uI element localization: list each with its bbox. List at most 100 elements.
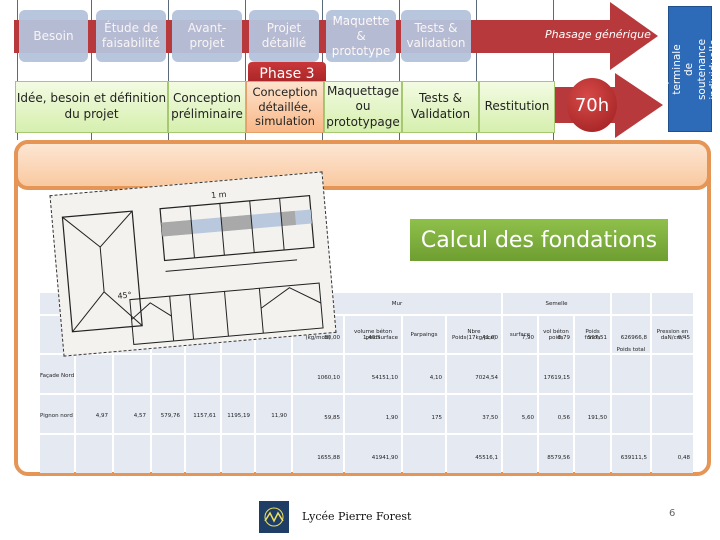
project-step: Restitution bbox=[479, 81, 555, 133]
table-cell bbox=[652, 435, 693, 473]
generic-step: Besoin bbox=[19, 10, 88, 62]
generic-step: Avant-projet bbox=[172, 10, 242, 62]
generic-step: Projet détaillé bbox=[249, 10, 319, 62]
table-cell bbox=[222, 355, 254, 393]
table-cell bbox=[222, 435, 254, 473]
table-value: 639111,5 bbox=[620, 455, 647, 461]
school-logo-icon bbox=[264, 507, 284, 527]
table-cell bbox=[76, 435, 112, 473]
table-value: 4,57 bbox=[133, 413, 146, 419]
table-cell bbox=[114, 435, 150, 473]
roof-plan-drawing: 45° 1 m bbox=[49, 171, 337, 357]
table-cell bbox=[345, 355, 401, 393]
table-value: 17619,15 bbox=[543, 375, 570, 381]
col-header-parpaings: Parpaings bbox=[403, 316, 445, 353]
table-value: 37,50 bbox=[482, 415, 498, 421]
project-step: Conception préliminaire bbox=[168, 81, 246, 133]
table-cell bbox=[114, 355, 150, 393]
table-value: 4,97 bbox=[95, 413, 108, 419]
table-value: 0,45 bbox=[677, 335, 690, 341]
roof-plan-svg: 45° 1 m bbox=[61, 190, 324, 346]
table-value: 11,90 bbox=[271, 413, 287, 419]
generic-phasing-label: Phasage générique bbox=[545, 28, 651, 41]
table-cell bbox=[345, 435, 401, 473]
table-cell bbox=[612, 293, 650, 314]
table-cell bbox=[652, 355, 693, 393]
table-cell bbox=[345, 395, 401, 433]
table-cell bbox=[447, 355, 501, 393]
table-cell bbox=[293, 435, 343, 473]
final-exam-label: Épreuve terminale de soutenance individu… bbox=[658, 38, 720, 100]
row-label: Façade Nord bbox=[40, 373, 75, 379]
table-value: 0,79 bbox=[557, 335, 570, 341]
table-cell bbox=[575, 435, 610, 473]
table-cell bbox=[40, 435, 74, 473]
table-cell bbox=[152, 355, 184, 393]
table-value: 7,90 bbox=[521, 335, 534, 341]
table-value: 0,48 bbox=[677, 455, 690, 461]
table-cell bbox=[256, 355, 291, 393]
table-value: 59,85 bbox=[324, 415, 340, 421]
table-cell bbox=[503, 435, 537, 473]
table-value: 597,51 bbox=[587, 335, 607, 341]
table-cell bbox=[186, 435, 220, 473]
table-value: 1195,19 bbox=[227, 413, 250, 419]
project-step: Maquettage ou prototypage bbox=[324, 81, 402, 133]
table-value: 7024,54 bbox=[475, 375, 498, 381]
table-cell bbox=[652, 395, 693, 433]
school-name: Lycée Pierre Forest bbox=[302, 510, 412, 523]
final-exam-box: Épreuve terminale de soutenance individu… bbox=[659, 6, 720, 132]
dimension-label: 1 m bbox=[211, 190, 227, 200]
table-value: 45516,1 bbox=[475, 455, 498, 461]
table-cell bbox=[293, 355, 343, 393]
table-value: 579,76 bbox=[160, 413, 180, 419]
table-cell bbox=[447, 395, 501, 433]
table-cell bbox=[652, 293, 693, 314]
table-value: 54151,10 bbox=[371, 375, 398, 381]
table-cell bbox=[447, 435, 501, 473]
generic-step: Maquette & prototype bbox=[326, 10, 396, 62]
table-value: 0,56 bbox=[557, 415, 570, 421]
table-cell bbox=[152, 435, 184, 473]
table-cell bbox=[76, 355, 112, 393]
table-value: 191,50 bbox=[587, 415, 607, 421]
project-step: Tests & Validation bbox=[402, 81, 479, 133]
table-value: 1655,88 bbox=[317, 455, 340, 461]
table-cell bbox=[403, 435, 445, 473]
table-cell bbox=[612, 395, 650, 433]
page-number: 6 bbox=[669, 508, 676, 519]
table-cell bbox=[503, 355, 537, 393]
table-cell bbox=[186, 355, 220, 393]
section-title: Calcul des fondations bbox=[410, 219, 668, 261]
content-header-bar bbox=[14, 140, 711, 190]
table-cell bbox=[256, 435, 291, 473]
table-cell bbox=[403, 395, 445, 433]
project-step: Idée, besoin et définition du projet bbox=[15, 81, 168, 133]
table-value: 8579,56 bbox=[547, 455, 570, 461]
table-cell bbox=[539, 395, 573, 433]
table-cell bbox=[612, 435, 650, 473]
table-cell bbox=[575, 355, 610, 393]
generic-step: Étude de faisabilité bbox=[96, 10, 166, 62]
table-cell bbox=[575, 395, 610, 433]
table-value: 5,60 bbox=[521, 415, 534, 421]
table-value: 1,90 bbox=[385, 415, 398, 421]
table-cell bbox=[503, 395, 537, 433]
table-cell bbox=[293, 395, 343, 433]
table-value: 4,10 bbox=[429, 375, 442, 381]
table-cell bbox=[539, 435, 573, 473]
table-value: 1,40 Surface bbox=[363, 335, 398, 341]
table-value: 1060,10 bbox=[317, 375, 340, 381]
table-cell bbox=[403, 355, 445, 393]
table-value: 626966,8 bbox=[620, 335, 647, 341]
school-logo bbox=[259, 501, 289, 533]
group-header-semelle: Semelle bbox=[503, 293, 610, 314]
table-value: 175 bbox=[431, 415, 443, 421]
project-step-active: Conception détaillée, simulation bbox=[246, 81, 324, 133]
table-value: 1157,61 bbox=[193, 413, 216, 419]
table-cell bbox=[539, 355, 573, 393]
table-cell bbox=[612, 355, 650, 393]
table-value: 41941,90 bbox=[371, 455, 398, 461]
table-value: 41,00 bbox=[482, 335, 498, 341]
row-label: Pignon nord bbox=[40, 413, 73, 419]
